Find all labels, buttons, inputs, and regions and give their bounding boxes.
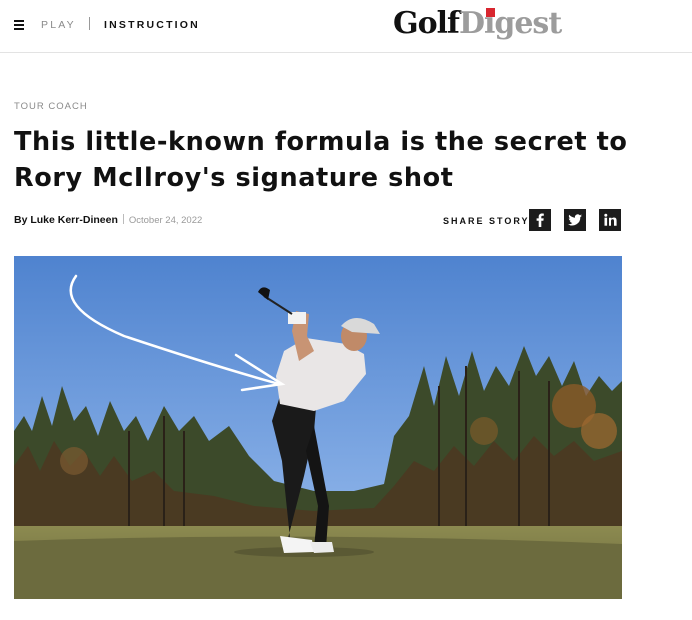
golfer-swing-photo xyxy=(14,256,622,599)
nav-link-play[interactable]: PLAY xyxy=(41,19,76,31)
byline-divider xyxy=(122,214,124,224)
nav-divider xyxy=(89,17,90,30)
site-header: PLAY INSTRUCTION GolfDi gest xyxy=(0,0,692,53)
article-byline: By Luke Kerr-Dineen October 24, 2022 xyxy=(14,214,202,226)
article-title: This little-known formula is the secret … xyxy=(14,127,628,193)
linkedin-icon xyxy=(604,213,617,226)
logo-red-dot xyxy=(485,8,495,17)
linkedin-share-button[interactable] xyxy=(599,209,621,231)
twitter-share-button[interactable] xyxy=(564,209,586,231)
facebook-share-button[interactable] xyxy=(529,209,551,231)
golf-digest-logo[interactable]: GolfDi gest xyxy=(393,5,562,43)
facebook-icon xyxy=(536,213,544,227)
publish-date: October 24, 2022 xyxy=(128,215,203,226)
article-kicker[interactable]: TOUR COACH xyxy=(14,101,88,112)
hero-image xyxy=(14,256,622,599)
author-name[interactable]: By Luke Kerr-Dineen xyxy=(14,214,118,226)
nav-link-instruction[interactable]: INSTRUCTION xyxy=(104,19,200,31)
twitter-icon xyxy=(568,214,582,226)
share-story-label: SHARE STORY xyxy=(443,216,530,226)
hamburger-icon[interactable] xyxy=(14,20,24,30)
